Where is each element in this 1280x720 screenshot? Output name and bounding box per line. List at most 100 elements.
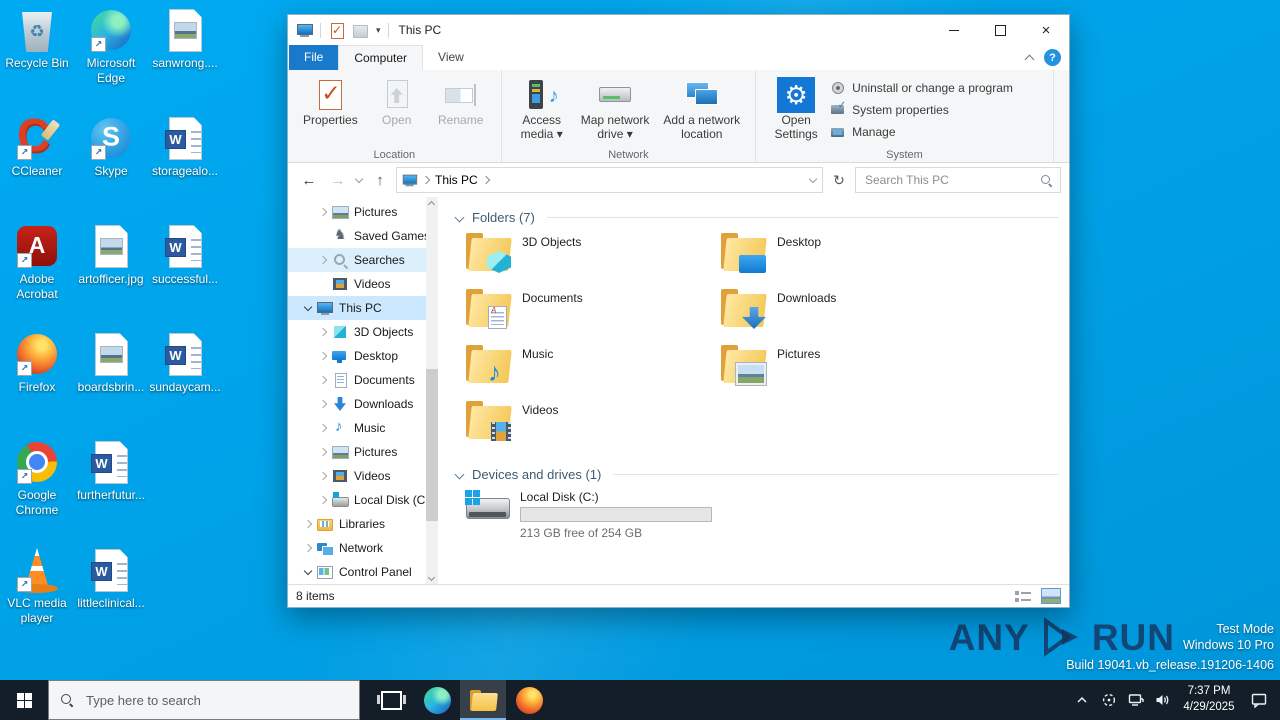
taskbar-clock[interactable]: 7:37 PM 4/29/2025 [1176,684,1242,715]
manage-button[interactable]: Manage [830,121,1013,142]
desktop-icon[interactable]: Google Chrome [0,434,74,542]
large-icons-view-icon[interactable] [1041,588,1061,604]
breadcrumb-separator-icon[interactable] [482,176,491,185]
breadcrumb-separator-icon[interactable] [422,176,431,185]
nav-item[interactable]: Local Disk (C:) [288,488,438,512]
task-view-button[interactable] [368,680,414,720]
expand-chevron-icon[interactable] [302,518,315,530]
access-media-button[interactable]: Access media ▾ [512,75,572,144]
folders-section-header[interactable]: Folders (7) [454,210,1059,225]
tab-computer[interactable]: Computer [338,45,424,70]
nav-item[interactable]: Searches [288,248,438,272]
taskbar-search[interactable] [48,680,360,720]
nav-item[interactable]: Control Panel [288,560,438,584]
expand-chevron-icon[interactable] [317,470,330,482]
open-button[interactable]: Open [367,75,427,130]
minimize-button[interactable] [931,15,977,45]
details-view-icon[interactable] [1015,589,1031,603]
address-dropdown-icon[interactable] [808,175,818,185]
desktop-icon[interactable]: Microsoft Edge [74,2,148,110]
collapse-section-icon[interactable] [454,213,466,223]
taskbar-edge-button[interactable] [414,680,460,720]
search-input[interactable] [863,172,1040,188]
expand-chevron-icon[interactable] [302,566,315,578]
desktop-icon[interactable]: furtherfutur... [74,434,148,542]
expand-chevron-icon[interactable] [317,326,330,338]
properties-quick-icon[interactable] [328,22,345,39]
desktop-icon[interactable]: Adobe Acrobat [0,218,74,326]
folder-tile[interactable]: Pictures [721,345,976,401]
expand-chevron-icon[interactable] [317,206,330,218]
collapse-section-icon[interactable] [454,470,466,480]
desktop-icon[interactable]: storagealo... [148,110,222,218]
desktop-icon[interactable]: sundaycam... [148,326,222,434]
nav-item[interactable]: Downloads [288,392,438,416]
desktop-icon[interactable]: boardsbrin... [74,326,148,434]
nav-item[interactable]: Music [288,416,438,440]
taskbar-search-input[interactable] [84,691,348,709]
tray-expand-button[interactable] [1068,680,1095,720]
nav-item[interactable]: Network [288,536,438,560]
new-folder-quick-icon[interactable] [352,23,369,38]
nav-item[interactable]: Pictures [288,200,438,224]
breadcrumb[interactable]: This PC [435,173,478,187]
scroll-up-icon[interactable] [426,197,438,209]
expand-chevron-icon[interactable] [317,374,330,386]
drive-tile[interactable]: Local Disk (C:) 213 GB free of 254 GB [464,490,1059,540]
expand-chevron-icon[interactable] [317,494,330,506]
action-center-button[interactable] [1242,680,1276,720]
expand-chevron-icon[interactable] [317,446,330,458]
nav-item[interactable]: Saved Games [288,224,438,248]
nav-item[interactable]: This PC [288,296,438,320]
collapse-ribbon-icon[interactable] [1024,54,1034,62]
scrollbar-thumb[interactable] [426,369,438,521]
nav-item[interactable]: Desktop [288,344,438,368]
tab-file[interactable]: File [289,45,339,70]
scroll-down-icon[interactable] [426,572,438,584]
taskbar-firefox-button[interactable] [506,680,552,720]
nav-item[interactable]: Videos [288,272,438,296]
folder-tile[interactable]: Videos [466,401,721,457]
customize-quick-access-icon[interactable]: ▾ [376,25,381,36]
desktop-icon[interactable]: littleclinical... [74,542,148,650]
nav-item[interactable]: Pictures [288,440,438,464]
desktop-icon[interactable]: Recycle Bin [0,2,74,110]
taskbar-explorer-button[interactable] [460,680,506,720]
folder-tile[interactable]: 3D Objects [466,233,721,289]
help-icon[interactable]: ? [1044,49,1061,66]
nav-item[interactable]: 3D Objects [288,320,438,344]
start-button[interactable] [0,680,48,720]
uninstall-program-button[interactable]: Uninstall or change a program [830,77,1013,98]
tab-view[interactable]: View [423,45,479,70]
folder-tile[interactable]: Music [466,345,721,401]
folder-tile[interactable]: Desktop [721,233,976,289]
refresh-button[interactable]: ↻ [826,168,852,192]
address-box[interactable]: This PC [396,167,823,193]
system-properties-button[interactable]: System properties [830,99,1013,120]
expand-chevron-icon[interactable] [317,398,330,410]
rename-button[interactable]: Rename [431,75,491,130]
desktop-icon[interactable]: artofficer.jpg [74,218,148,326]
properties-button[interactable]: Properties [298,75,363,130]
expand-chevron-icon[interactable] [317,350,330,362]
expand-chevron-icon[interactable] [302,542,315,554]
nav-item[interactable]: Libraries [288,512,438,536]
maximize-button[interactable] [977,15,1023,45]
nav-item[interactable]: Documents [288,368,438,392]
expand-chevron-icon[interactable] [317,230,330,242]
expand-chevron-icon[interactable] [302,302,315,314]
back-button[interactable]: ← [296,167,322,193]
desktop-icon[interactable]: sanwrong.... [148,2,222,110]
folder-tile[interactable]: Documents [466,289,721,345]
forward-button[interactable]: → [325,167,351,193]
desktop-icon[interactable]: Skype [74,110,148,218]
desktop-icon[interactable]: Firefox [0,326,74,434]
recent-locations-icon[interactable] [354,175,364,185]
folder-tile[interactable]: Downloads [721,289,976,345]
tray-agent-button[interactable] [1095,680,1122,720]
add-network-location-button[interactable]: Add a network location [658,75,745,144]
map-network-drive-button[interactable]: Map network drive ▾ [576,75,655,144]
nav-item[interactable]: Videos [288,464,438,488]
network-tray-button[interactable] [1122,680,1149,720]
volume-tray-button[interactable] [1149,680,1176,720]
